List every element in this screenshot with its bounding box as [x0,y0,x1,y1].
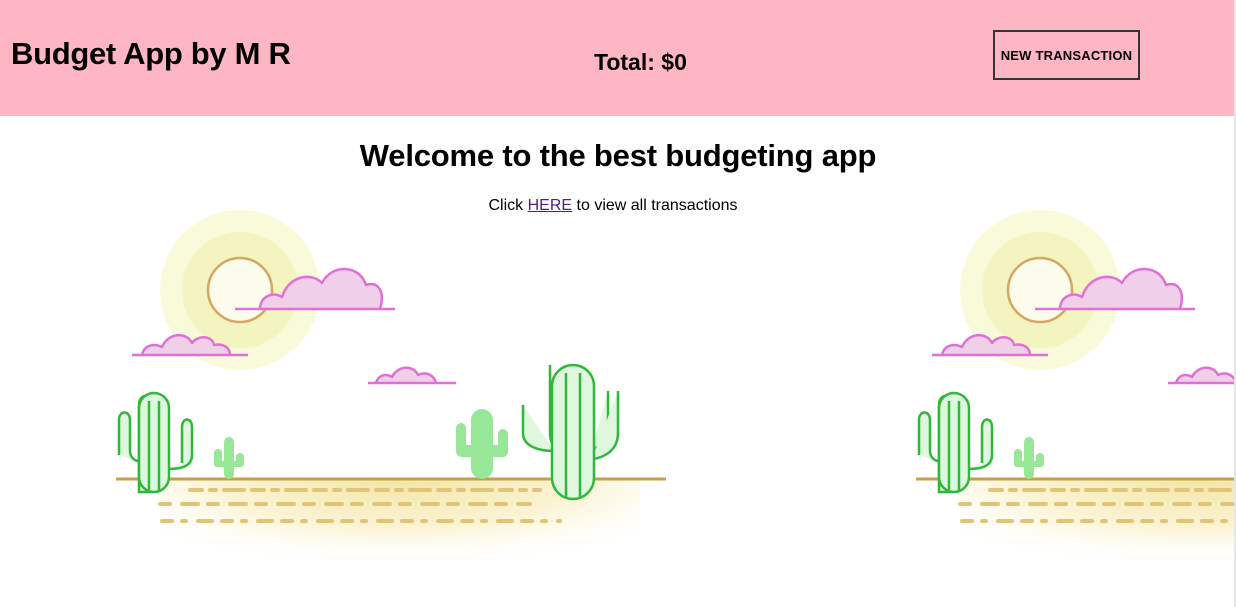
small-cactus-icon [1014,437,1044,479]
navbar: Budget App by M R Total: $0 NEW TRANSACT… [0,0,1234,116]
app-title[interactable]: Budget App by M R [11,36,291,72]
total-label: Total: [594,49,655,75]
cactus-icon [117,391,194,494]
small-cactus-icon [214,437,244,479]
cactus-icon [917,391,994,494]
new-transaction-button[interactable]: NEW TRANSACTION [993,30,1140,80]
total-value: $0 [661,49,687,75]
welcome-heading: Welcome to the best budgeting app [359,138,877,173]
desert-illustration-left [116,210,666,607]
total-display: Total: $0 [594,49,687,76]
medium-cactus-icon [456,409,508,479]
desert-illustration-right [916,210,1236,607]
page: Budget App by M R Total: $0 NEW TRANSACT… [0,0,1236,607]
